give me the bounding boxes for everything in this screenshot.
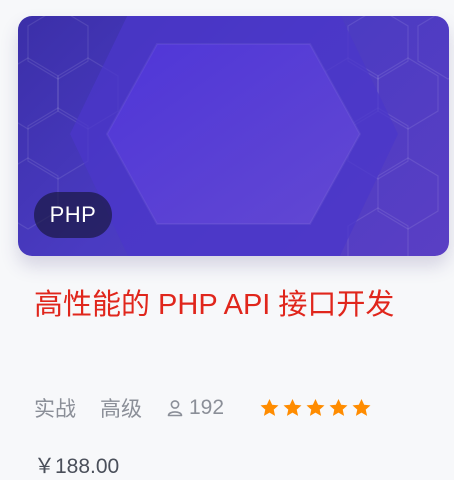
student-count-value: 192 <box>189 396 225 419</box>
category-tag: PHP <box>34 192 112 238</box>
user-icon <box>167 400 183 417</box>
star-icon <box>283 399 302 416</box>
star-icon <box>352 399 371 416</box>
course-level: 高级 <box>100 398 142 421</box>
student-count: 192 <box>166 396 224 420</box>
course-card[interactable]: PHP 高性能的 PHP API 接口开发 实战 高级 192 ￥188.00 <box>0 0 454 480</box>
star-icon <box>306 399 325 416</box>
course-type: 实战 <box>34 398 76 421</box>
course-meta: 实战 高级 192 <box>34 392 373 424</box>
course-price: ￥188.00 <box>34 455 120 478</box>
star-icon <box>260 399 279 416</box>
rating-stars <box>258 397 373 419</box>
star-icon <box>329 399 348 416</box>
course-title[interactable]: 高性能的 PHP API 接口开发 <box>34 282 434 328</box>
